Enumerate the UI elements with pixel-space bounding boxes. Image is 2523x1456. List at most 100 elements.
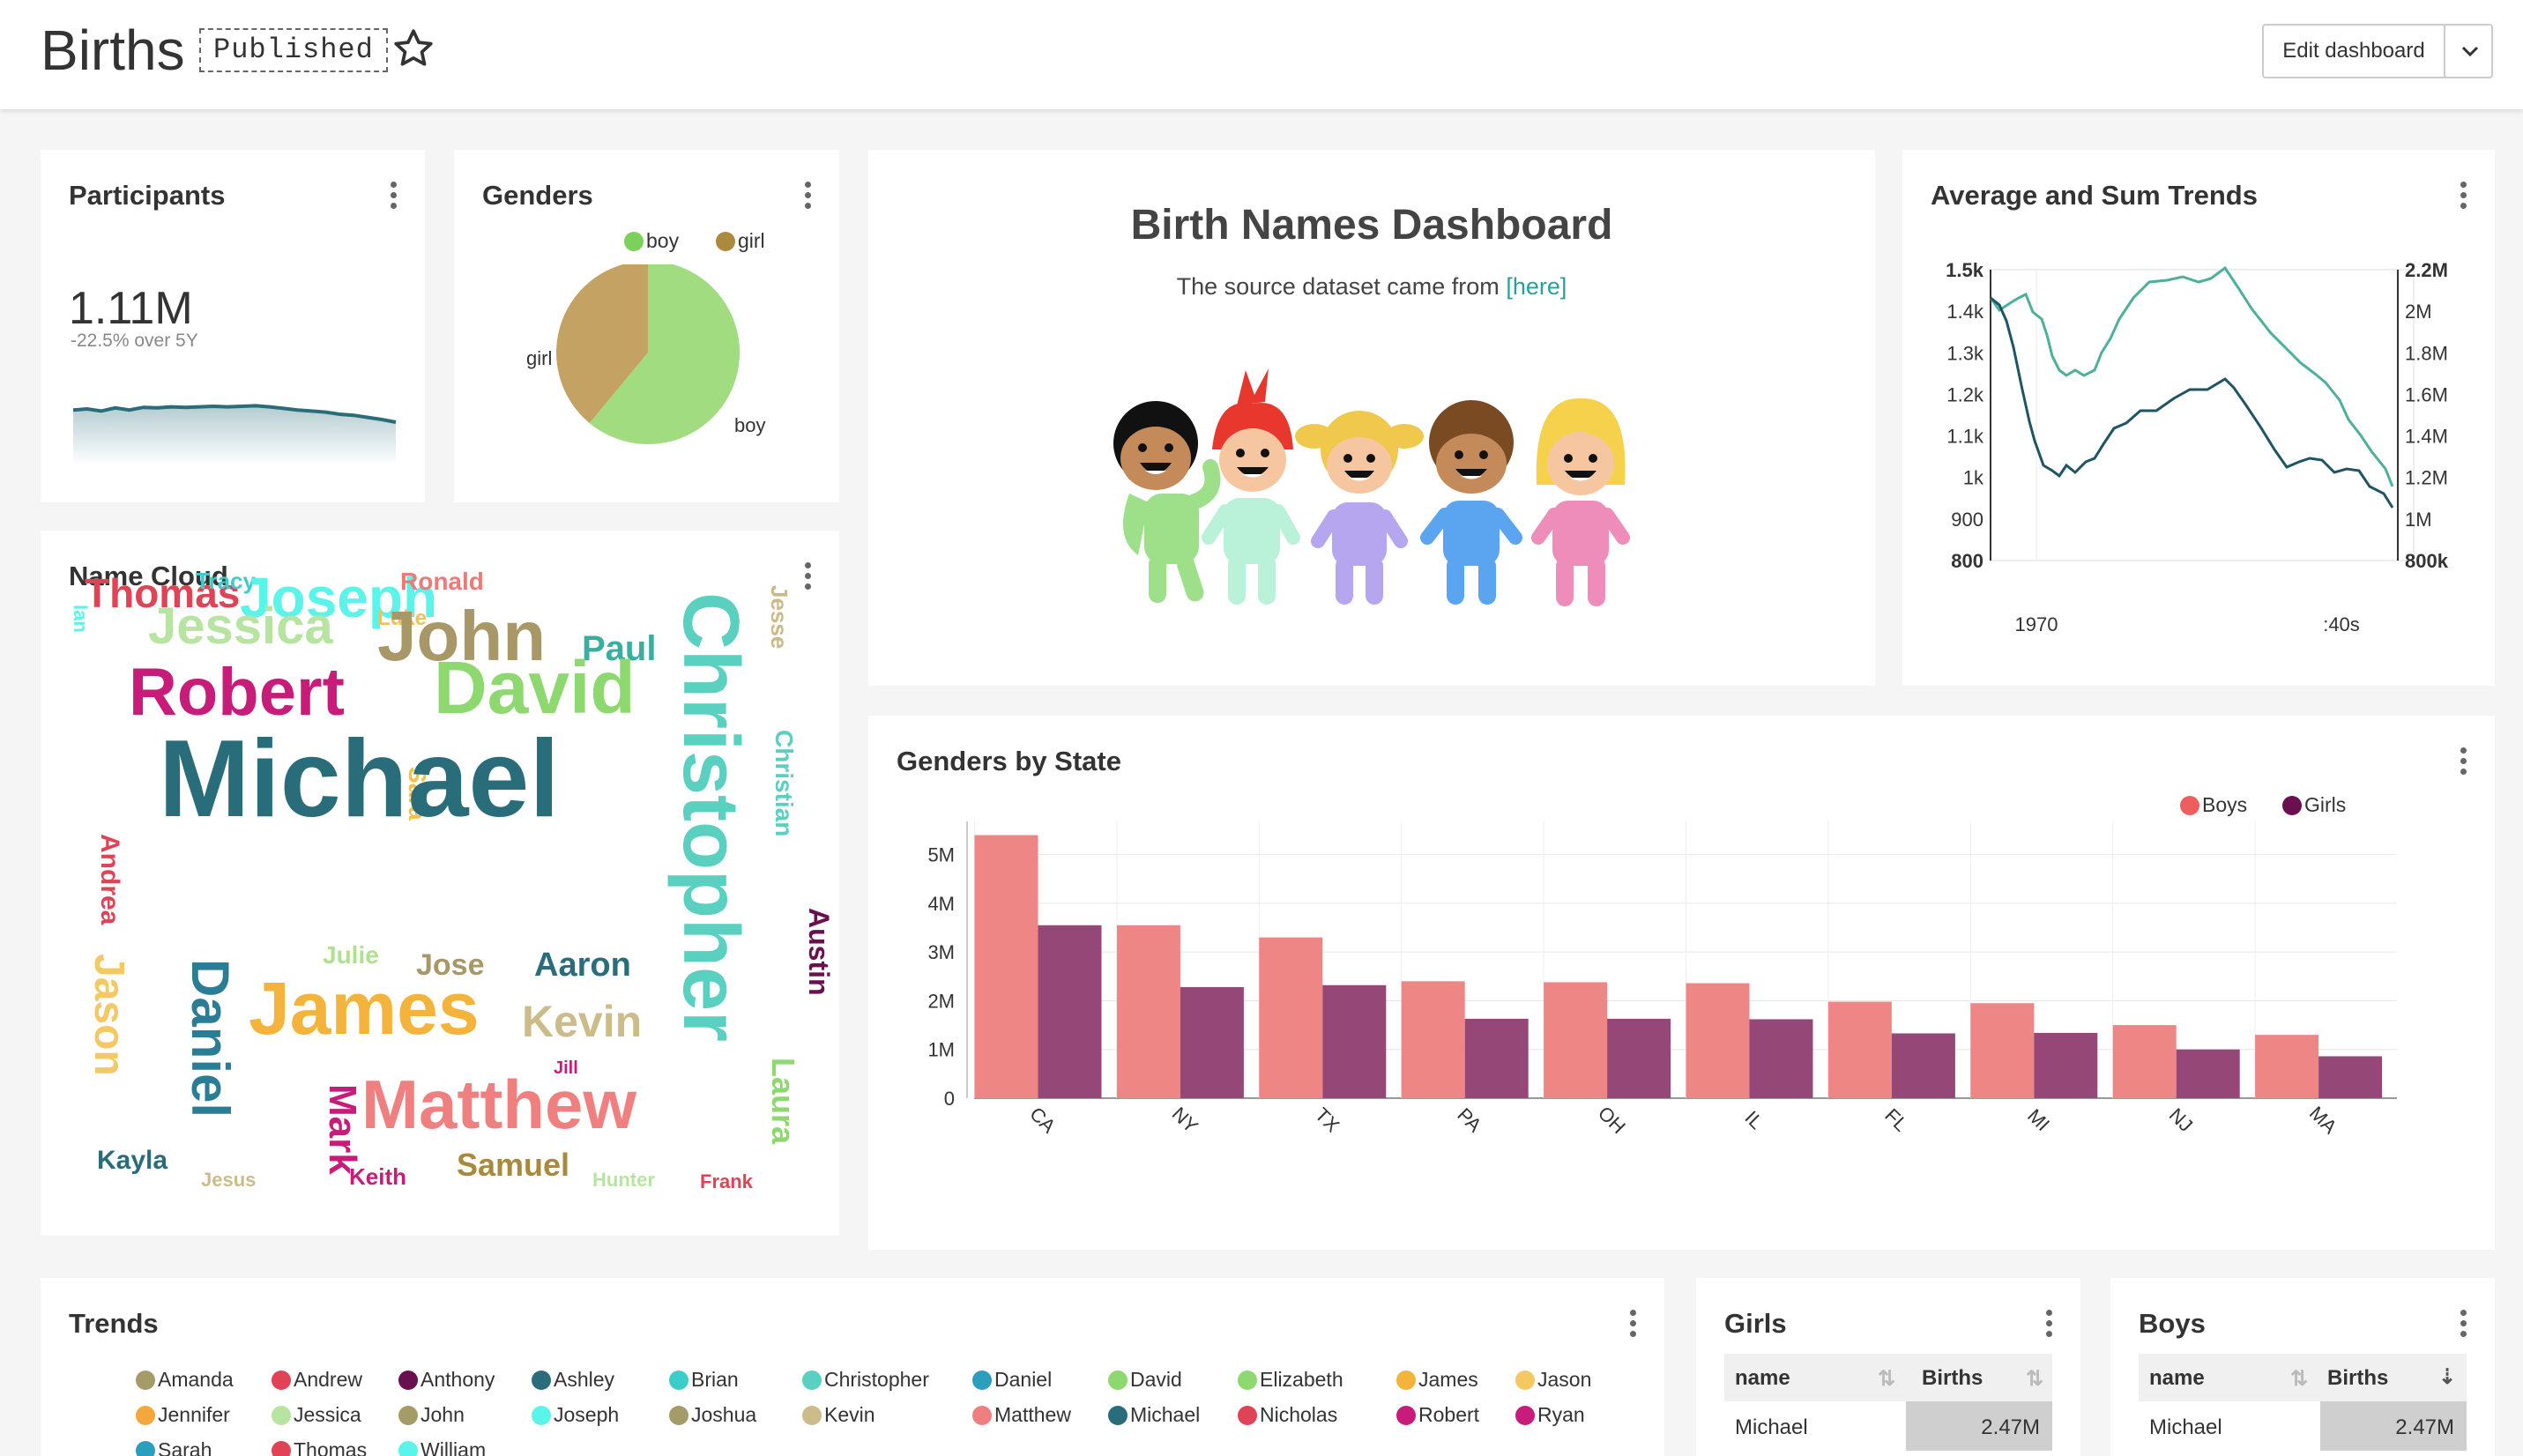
legend-item-john[interactable]: John (398, 1403, 465, 1427)
legend-label: James (1418, 1368, 1478, 1391)
legend-label: Jennifer (158, 1403, 230, 1426)
published-status-badge[interactable]: Published (199, 28, 388, 72)
bar-boys-oh[interactable] (1544, 982, 1608, 1098)
legend-item-christopher[interactable]: Christopher (802, 1368, 929, 1392)
legend-item-jason[interactable]: Jason (1515, 1368, 1591, 1392)
legend-item-brian[interactable]: Brian (669, 1368, 739, 1392)
girls-table-panel: Girls name ⇅ Births ⇅ Michael 2.47M (1696, 1278, 2080, 1456)
x-tick-label: NY (1168, 1103, 1203, 1138)
legend-item-david[interactable]: David (1108, 1368, 1182, 1392)
column-header-name[interactable]: name (2149, 1366, 2205, 1391)
bar-boys-fl[interactable] (1827, 1001, 1892, 1098)
legend-item-andrew[interactable]: Andrew (272, 1368, 362, 1392)
bar-girls-oh[interactable] (1607, 1018, 1671, 1098)
source-link[interactable]: [here] (1506, 273, 1567, 300)
legend-label: Jason (1537, 1368, 1592, 1391)
x-tick-label: IL (1740, 1106, 1768, 1133)
edit-dashboard-button[interactable]: Edit dashboard (2262, 24, 2444, 78)
legend-swatch (1396, 1371, 1416, 1390)
legend-item-amanda[interactable]: Amanda (136, 1368, 234, 1392)
bar-boys-ca[interactable] (974, 835, 1038, 1098)
cell-births: 2.47M (2395, 1415, 2454, 1439)
legend-item-michael[interactable]: Michael (1108, 1403, 1200, 1427)
legend-label: Amanda (158, 1368, 234, 1391)
bar-boys-tx[interactable] (1259, 937, 1323, 1098)
bar-girls-ma[interactable] (2318, 1056, 2383, 1098)
legend-item-anthony[interactable]: Anthony (398, 1368, 495, 1392)
bar-boys-ny[interactable] (1116, 925, 1180, 1098)
cloud-word: Hunter (592, 1169, 655, 1191)
legend-label: Andrew (294, 1368, 362, 1391)
legend-item-jennifer[interactable]: Jennifer (136, 1403, 230, 1427)
cloud-word: Michael (159, 718, 560, 840)
legend-item-boy[interactable]: boy (624, 229, 679, 253)
column-header-name[interactable]: name (1735, 1366, 1790, 1391)
legend-item-thomas[interactable]: Thomas (272, 1438, 367, 1456)
legend-item-ryan[interactable]: Ryan (1515, 1403, 1585, 1427)
legend-item-robert[interactable]: Robert (1396, 1403, 1479, 1427)
bar-girls-pa[interactable] (1464, 1018, 1529, 1098)
column-header-births[interactable]: Births (1922, 1366, 1983, 1391)
cell-name: Michael (2149, 1415, 2222, 1439)
dashboard-menu-dropdown[interactable] (2444, 24, 2493, 78)
favorite-star-icon[interactable] (391, 26, 435, 71)
cloud-word: Aaron (534, 947, 631, 984)
bar-boys-mi[interactable] (1970, 1003, 2035, 1098)
sort-icon[interactable]: ⇅ (2290, 1366, 2308, 1392)
legend-swatch (1108, 1406, 1128, 1425)
cloud-word: Samuel (457, 1147, 570, 1183)
column-header-births[interactable]: Births (2327, 1366, 2388, 1391)
panel-menu-kebab-icon[interactable] (800, 182, 815, 213)
legend-item-joshua[interactable]: Joshua (669, 1403, 756, 1427)
panel-menu-kebab-icon[interactable] (2456, 1310, 2470, 1341)
legend-item-joseph[interactable]: Joseph (532, 1403, 619, 1427)
y-right-tick-label: 1.2M (2405, 467, 2448, 489)
genders-by-state-panel: Genders by State Boys Girls 5M 4M 3M 2M 1M 0 C… (868, 716, 2495, 1250)
pie-label-girl: girl (526, 347, 552, 369)
bar-girls-fl[interactable] (1891, 1033, 1955, 1098)
panel-menu-kebab-icon[interactable] (2042, 1310, 2056, 1341)
legend-item-james[interactable]: James (1396, 1368, 1478, 1392)
sort-icon[interactable]: ⇅ (1878, 1366, 1895, 1392)
legend-item-matthew[interactable]: Matthew (972, 1403, 1071, 1427)
legend-swatch (802, 1406, 822, 1425)
panel-menu-kebab-icon[interactable] (386, 182, 400, 213)
legend-item-nicholas[interactable]: Nicholas (1238, 1403, 1337, 1427)
bar-girls-mi[interactable] (2034, 1032, 2098, 1098)
legend-item-elizabeth[interactable]: Elizabeth (1238, 1368, 1343, 1392)
bar-girls-nj[interactable] (2176, 1049, 2240, 1098)
dashboard-title[interactable]: Births (41, 18, 185, 83)
bar-girls-il[interactable] (1749, 1019, 1813, 1098)
cloud-word: David (434, 646, 636, 729)
bar-boys-il[interactable] (1686, 983, 1750, 1098)
bar-boys-nj[interactable] (2112, 1025, 2177, 1098)
legend-item-jessica[interactable]: Jessica (272, 1403, 361, 1427)
panel-menu-kebab-icon[interactable] (800, 562, 815, 594)
bar-boys-ma[interactable] (2255, 1035, 2319, 1098)
legend-label: Michael (1130, 1403, 1201, 1426)
table-header: name ⇅ Births ⇣ (2139, 1354, 2467, 1401)
panel-menu-kebab-icon[interactable] (1626, 1310, 1640, 1341)
legend-item-daniel[interactable]: Daniel (972, 1368, 1052, 1392)
legend-label: Robert (1418, 1403, 1480, 1426)
kid-figure (1531, 397, 1630, 606)
avg-trend-line[interactable] (1990, 296, 2394, 509)
sum-trend-line[interactable] (1989, 265, 2394, 487)
panel-title: Average and Sum Trends (1931, 180, 2258, 211)
name-cloud-panel: Name Cloud Thomas Tracy Joseph Ronald Ian Jes… (41, 531, 839, 1236)
legend-item-ashley[interactable]: Ashley (532, 1368, 614, 1392)
legend-item-sarah[interactable]: Sarah (136, 1438, 212, 1456)
participants-sparkline (72, 404, 397, 465)
legend-swatch (532, 1371, 551, 1390)
x-tick-label: 1970 (2015, 613, 2058, 635)
sort-desc-icon[interactable]: ⇣ (2438, 1364, 2456, 1390)
bar-girls-tx[interactable] (1322, 984, 1387, 1098)
panel-menu-kebab-icon[interactable] (2456, 182, 2470, 213)
legend-item-kevin[interactable]: Kevin (802, 1403, 875, 1427)
bar-boys-pa[interactable] (1401, 981, 1465, 1098)
legend-item-william[interactable]: William (398, 1438, 486, 1456)
bar-girls-ny[interactable] (1180, 986, 1244, 1098)
bar-girls-ca[interactable] (1038, 925, 1102, 1098)
sort-icon[interactable]: ⇅ (2026, 1366, 2043, 1392)
legend-item-girl[interactable]: girl (716, 229, 765, 253)
